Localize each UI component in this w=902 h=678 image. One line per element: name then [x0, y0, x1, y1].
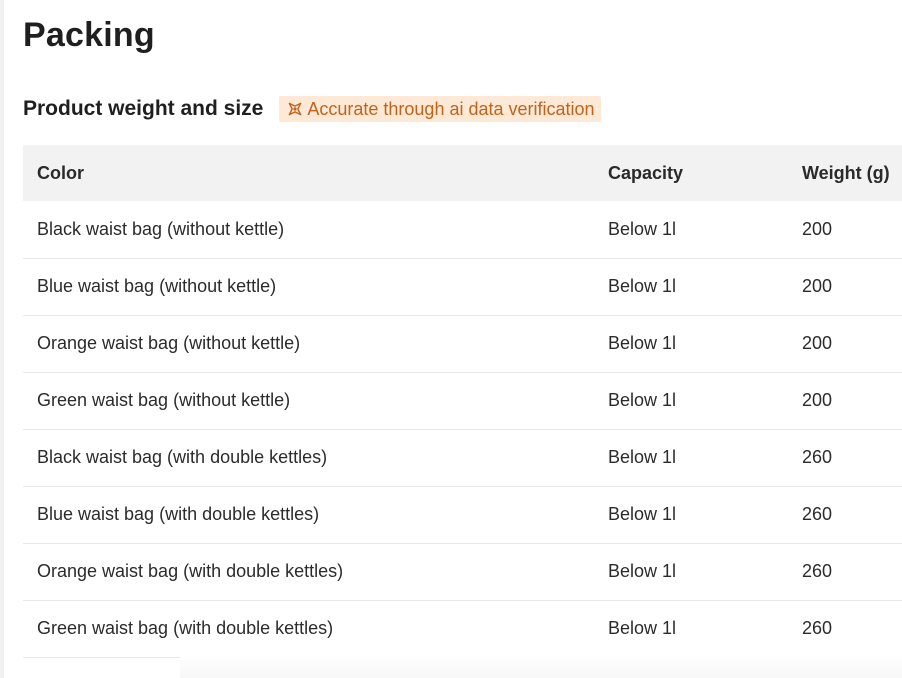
ai-badge-label: Accurate through ai data verification	[307, 98, 595, 119]
cell-capacity: Below 1l	[608, 333, 677, 353]
cell-weight: 260	[802, 504, 833, 524]
table-row: Green waist bag (without kettle) Below 1…	[23, 372, 902, 429]
section-title: Product weight and size	[23, 97, 264, 120]
cell-weight: 200	[802, 333, 833, 353]
bottom-shadow	[180, 655, 902, 678]
table-row: Green waist bag (with double kettles) Be…	[23, 600, 902, 657]
cell-color: Black waist bag (with double kettles)	[37, 447, 328, 467]
column-header-weight: Weight (g)	[802, 162, 890, 183]
cell-capacity: Below 1l	[608, 276, 677, 296]
column-header-capacity: Capacity	[608, 162, 684, 183]
column-header-color: Color	[37, 162, 84, 183]
ai-verification-badge: Accurate through ai data verification	[279, 96, 601, 122]
cell-weight: 260	[802, 447, 833, 467]
cell-capacity: Below 1l	[608, 447, 677, 467]
table-row: Black waist bag (without kettle) Below 1…	[23, 201, 902, 258]
cell-color: Blue waist bag (without kettle)	[37, 276, 277, 296]
cell-capacity: Below 1l	[608, 218, 677, 239]
ai-sparkle-icon	[285, 99, 305, 119]
table-row: Blue waist bag (with double kettles) Bel…	[23, 486, 902, 543]
table-header-row: Color Capacity Weight (g)	[23, 145, 902, 201]
cell-color: Blue waist bag (with double kettles)	[37, 504, 320, 524]
cell-color: Orange waist bag (with double kettles)	[37, 561, 344, 581]
cell-weight: 260	[802, 561, 833, 581]
table-row: Black waist bag (with double kettles) Be…	[23, 429, 902, 486]
cell-weight: 200	[802, 390, 833, 410]
page-title: Packing	[23, 16, 155, 54]
weight-size-table: Color Capacity Weight (g) Black waist ba…	[23, 145, 902, 658]
section-header: Product weight and size Accurate through…	[23, 96, 601, 122]
cell-color: Orange waist bag (without kettle)	[37, 333, 301, 353]
cell-capacity: Below 1l	[608, 504, 677, 524]
cell-weight: 200	[802, 218, 833, 239]
table-row: Blue waist bag (without kettle) Below 1l…	[23, 258, 902, 315]
cell-capacity: Below 1l	[608, 561, 677, 581]
left-panel-edge	[0, 0, 4, 678]
cell-capacity: Below 1l	[608, 390, 677, 410]
weight-size-table-container: Color Capacity Weight (g) Black waist ba…	[23, 145, 902, 658]
cell-capacity: Below 1l	[608, 618, 677, 638]
cell-color: Green waist bag (with double kettles)	[37, 618, 334, 638]
cell-color: Green waist bag (without kettle)	[37, 390, 291, 410]
table-row: Orange waist bag (with double kettles) B…	[23, 543, 902, 600]
cell-weight: 200	[802, 276, 833, 296]
cell-color: Black waist bag (without kettle)	[37, 218, 285, 239]
table-row: Orange waist bag (without kettle) Below …	[23, 315, 902, 372]
cell-weight: 260	[802, 618, 833, 638]
